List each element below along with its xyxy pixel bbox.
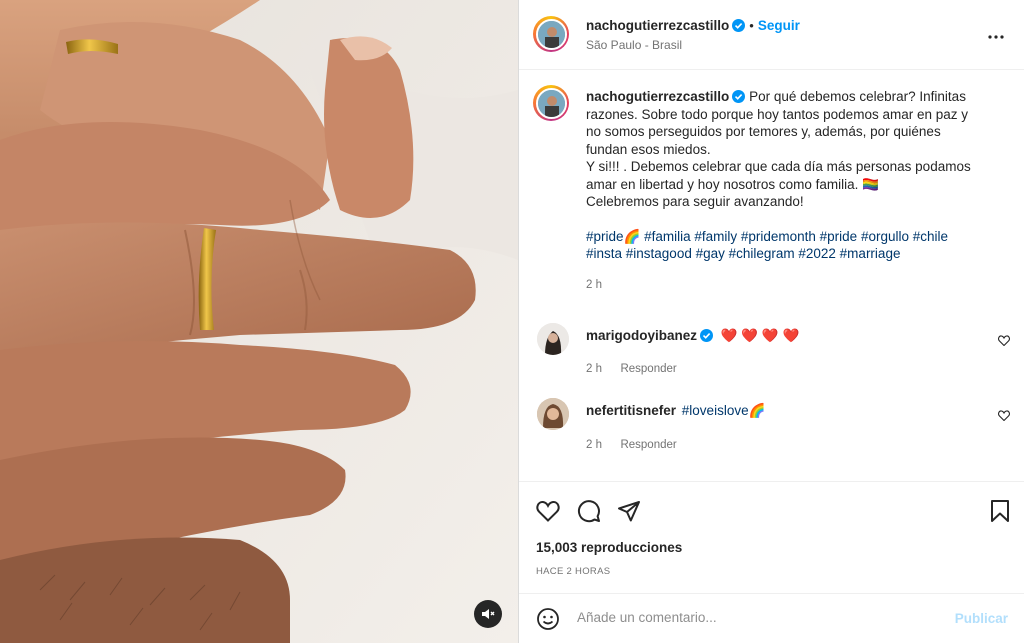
share-button[interactable] <box>616 498 642 524</box>
comment-like-button[interactable] <box>998 408 1010 426</box>
comment-input[interactable] <box>577 610 917 625</box>
heart-icon <box>998 335 1010 347</box>
caption-avatar-image <box>535 87 567 119</box>
like-button[interactable] <box>535 498 561 524</box>
post-location[interactable]: São Paulo - Brasil <box>586 38 682 52</box>
author-avatar[interactable] <box>533 16 569 52</box>
reply-button[interactable]: Responder <box>620 439 676 451</box>
verified-badge-icon <box>700 329 714 342</box>
follow-button[interactable]: Seguir <box>758 18 800 33</box>
post-photo <box>0 0 518 643</box>
verified-badge-icon <box>732 19 746 32</box>
post-panel: nachogutierrezcastillo • Seguir São Paulo … <box>518 0 1024 643</box>
caption-line: Celebremos para seguir avanzando! <box>586 194 804 209</box>
comment-form: Publicar <box>519 593 1024 643</box>
header-separator: • <box>749 18 754 33</box>
hashtags[interactable]: #insta #instagood #gay #chilegram #2022 … <box>586 245 996 263</box>
comment-text[interactable]: #loveislove🌈 <box>682 403 766 418</box>
caption-line: amar en libertad y hoy nosotros como fam… <box>586 176 879 192</box>
caption-time[interactable]: 2 h <box>586 277 996 295</box>
comment-time[interactable]: 2 h <box>586 439 602 451</box>
comment-item: marigodoyibanez ❤️ ❤️ ❤️ ❤️ 2 h Responde… <box>519 318 1024 378</box>
publish-button[interactable]: Publicar <box>955 611 1008 626</box>
commenter-avatar[interactable] <box>537 323 569 355</box>
bookmark-icon <box>991 500 1009 522</box>
caption-line: Y si!!! . Debemos celebrar que cada día … <box>586 159 971 174</box>
speaker-muted-icon <box>482 609 495 619</box>
verified-badge-icon <box>732 90 746 103</box>
hashtags[interactable]: #pride🌈 #familia #family #pridemonth #pr… <box>586 228 996 246</box>
reply-button[interactable]: Responder <box>620 363 676 375</box>
emoji-smiley-icon <box>537 608 559 630</box>
comment-username[interactable]: marigodoyibanez <box>586 328 697 343</box>
comment-text: ❤️ ❤️ ❤️ ❤️ <box>720 328 800 343</box>
caption-line: razones. Sobre todo porque hoy tantos po… <box>586 106 968 122</box>
more-options-button[interactable] <box>988 26 1004 44</box>
post-media[interactable] <box>0 0 518 643</box>
post-header: nachogutierrezcastillo • Seguir São Paulo … <box>519 0 1024 70</box>
author-username[interactable]: nachogutierrezcastillo <box>586 18 729 33</box>
comment-item: nefertitisnefer #loveislove🌈 2 h Respond… <box>519 392 1024 452</box>
commenter-avatar[interactable] <box>537 398 569 430</box>
author-avatar-image <box>535 18 567 50</box>
comment-bubble-icon <box>578 500 600 523</box>
emoji-button[interactable] <box>535 606 561 632</box>
more-horizontal-icon <box>988 35 1004 39</box>
comment-time[interactable]: 2 h <box>586 363 602 375</box>
caption-line: no somos perseguidos por temores y, adem… <box>586 124 941 139</box>
comment-like-button[interactable] <box>998 333 1010 351</box>
caption-author-avatar[interactable] <box>533 85 569 121</box>
heart-icon <box>536 501 560 522</box>
mute-button[interactable] <box>474 600 502 628</box>
post-caption: nachogutierrezcastillo Por qué debemos c… <box>586 88 996 294</box>
view-count[interactable]: 15,003 reproducciones <box>536 540 682 555</box>
comment-button[interactable] <box>576 498 602 524</box>
caption-line: Por qué debemos celebrar? Infinitas <box>749 89 966 104</box>
caption-username[interactable]: nachogutierrezcastillo <box>586 89 729 104</box>
comment-username[interactable]: nefertitisnefer <box>586 403 676 418</box>
paper-plane-icon <box>618 501 640 522</box>
post-timestamp[interactable]: HACE 2 HORAS <box>536 566 610 577</box>
heart-icon <box>998 410 1010 422</box>
post-actions: 15,003 reproducciones HACE 2 HORAS <box>519 481 1024 593</box>
caption-line: fundan esos miedos. <box>586 141 711 157</box>
save-button[interactable] <box>987 498 1013 524</box>
comments-scroll-area[interactable]: nachogutierrezcastillo Por qué debemos c… <box>519 70 1024 480</box>
